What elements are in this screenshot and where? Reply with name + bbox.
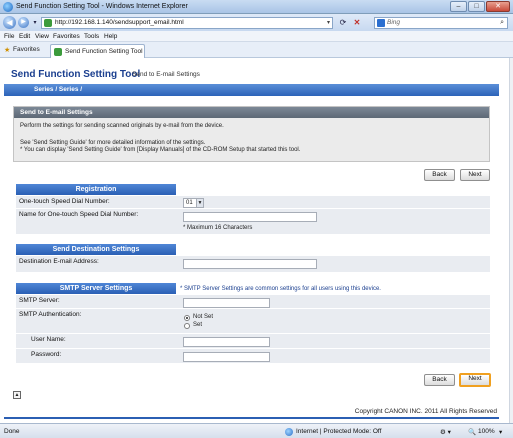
speed-dial-select[interactable]: 01 ▼	[183, 198, 204, 208]
intro-panel: Send to E-mail Settings Perform the sett…	[13, 106, 490, 162]
page-top-icon[interactable]: ▲	[13, 391, 21, 399]
max-chars-note: * Maximum 16 Characters	[183, 225, 253, 231]
user-name-input[interactable]	[183, 337, 270, 347]
search-input[interactable]: Bing ⌕	[374, 17, 508, 29]
page-favicon-icon	[44, 19, 52, 27]
auth-set-radio[interactable]	[184, 323, 190, 329]
smtp-server-label: SMTP Server:	[19, 297, 60, 304]
back-arrow-icon[interactable]: ◀	[3, 16, 16, 29]
back-button-bottom[interactable]: Back	[424, 374, 455, 386]
menu-bar: File Edit View Favorites Tools Help	[0, 31, 513, 42]
favorites-bar: ★ Favorites Send Function Setting Tool	[0, 42, 513, 58]
page-subtitle: Send to E-mail Settings	[132, 71, 200, 78]
security-zone-text[interactable]: Internet | Protected Mode: Off	[296, 428, 381, 435]
status-bar: Done Internet | Protected Mode: Off ⚙ ▾ …	[0, 423, 513, 438]
zoom-level[interactable]: 100%	[478, 428, 495, 435]
close-button[interactable]: ✕	[486, 1, 510, 12]
intro-heading: Send to E-mail Settings	[14, 107, 489, 118]
address-toolbar: ◀ ▶ ▾ http://192.168.1.140/sendsupport_e…	[0, 14, 513, 31]
address-dropdown-icon[interactable]: ▾	[327, 18, 330, 28]
bing-icon	[377, 19, 385, 27]
tab-send-function[interactable]: Send Function Setting Tool	[50, 44, 145, 58]
app-title: Send Function Setting Tool	[11, 69, 141, 80]
copyright-text: Copyright CANON INC. 2011 All Rights Res…	[354, 408, 497, 415]
minimize-button[interactable]: –	[450, 1, 467, 12]
destination-heading: Send Destination Settings	[16, 244, 176, 255]
password-label: Password:	[31, 351, 62, 358]
smtp-heading: SMTP Server Settings	[16, 283, 176, 294]
user-name-label: User Name:	[31, 336, 66, 343]
smtp-auth-label: SMTP Authentication:	[19, 311, 82, 318]
ie-icon	[3, 2, 13, 12]
refresh-icon[interactable]: ⟳	[338, 17, 348, 29]
auth-set-label[interactable]: Set	[193, 322, 202, 328]
password-input[interactable]	[183, 352, 270, 362]
zoom-icon[interactable]: 🔍	[468, 428, 476, 436]
address-input[interactable]: http://192.168.1.140/sendsupport_email.h…	[41, 17, 333, 29]
menu-view[interactable]: View	[35, 33, 49, 40]
series-bar: Series / Series /	[4, 84, 499, 96]
menu-help[interactable]: Help	[104, 33, 117, 40]
window-titlebar: Send Function Setting Tool - Windows Int…	[0, 0, 513, 14]
next-button-bottom[interactable]: Next	[459, 373, 491, 387]
auth-not-set-radio[interactable]	[184, 315, 190, 321]
next-button-top[interactable]: Next	[460, 169, 490, 181]
footer-rule	[4, 417, 499, 419]
speed-dial-name-input[interactable]	[183, 212, 317, 222]
status-text: Done	[4, 428, 20, 435]
zone-settings-icon[interactable]: ⚙ ▾	[440, 428, 451, 436]
page-content: Send Function Setting Tool Send to E-mai…	[0, 58, 509, 423]
menu-edit[interactable]: Edit	[19, 33, 30, 40]
zoom-dropdown-icon[interactable]: ▾	[499, 428, 502, 436]
stop-icon[interactable]: ✕	[352, 17, 362, 29]
smtp-auth-row: SMTP Authentication:	[16, 309, 490, 333]
speed-dial-label: One-touch Speed Dial Number:	[19, 198, 110, 205]
smtp-server-input[interactable]	[183, 298, 270, 308]
intro-text-2: See 'Send Setting Guide' for more detail…	[20, 140, 206, 146]
email-input[interactable]	[183, 259, 317, 269]
history-dropdown-icon[interactable]: ▾	[31, 17, 39, 29]
internet-globe-icon	[285, 428, 293, 436]
intro-text-1: Perform the settings for sending scanned…	[20, 123, 224, 129]
search-icon[interactable]: ⌕	[500, 18, 504, 28]
auth-not-set-label[interactable]: Not Set	[193, 314, 213, 320]
chevron-down-icon: ▼	[196, 199, 203, 207]
vertical-scrollbar[interactable]	[509, 58, 513, 423]
back-button-top[interactable]: Back	[424, 169, 455, 181]
smtp-note: * SMTP Server Settings are common settin…	[180, 286, 381, 292]
menu-file[interactable]: File	[4, 33, 14, 40]
series-label: Series / Series /	[34, 86, 83, 93]
forward-arrow-icon[interactable]: ▶	[18, 17, 29, 28]
favorites-star-icon[interactable]: ★	[4, 46, 10, 54]
favorites-button[interactable]: Favorites	[13, 46, 40, 53]
registration-heading: Registration	[16, 184, 176, 195]
window-title: Send Function Setting Tool - Windows Int…	[16, 3, 188, 10]
speed-dial-name-label: Name for One-touch Speed Dial Number:	[19, 211, 139, 218]
menu-favorites[interactable]: Favorites	[53, 33, 80, 40]
intro-text-3: * You can display 'Send Setting Guide' f…	[20, 147, 301, 153]
menu-tools[interactable]: Tools	[84, 33, 99, 40]
email-label: Destination E-mail Address:	[19, 258, 99, 265]
maximize-button[interactable]: □	[468, 1, 485, 12]
speed-dial-row: One-touch Speed Dial Number:	[16, 196, 490, 208]
tab-favicon-icon	[54, 48, 62, 56]
